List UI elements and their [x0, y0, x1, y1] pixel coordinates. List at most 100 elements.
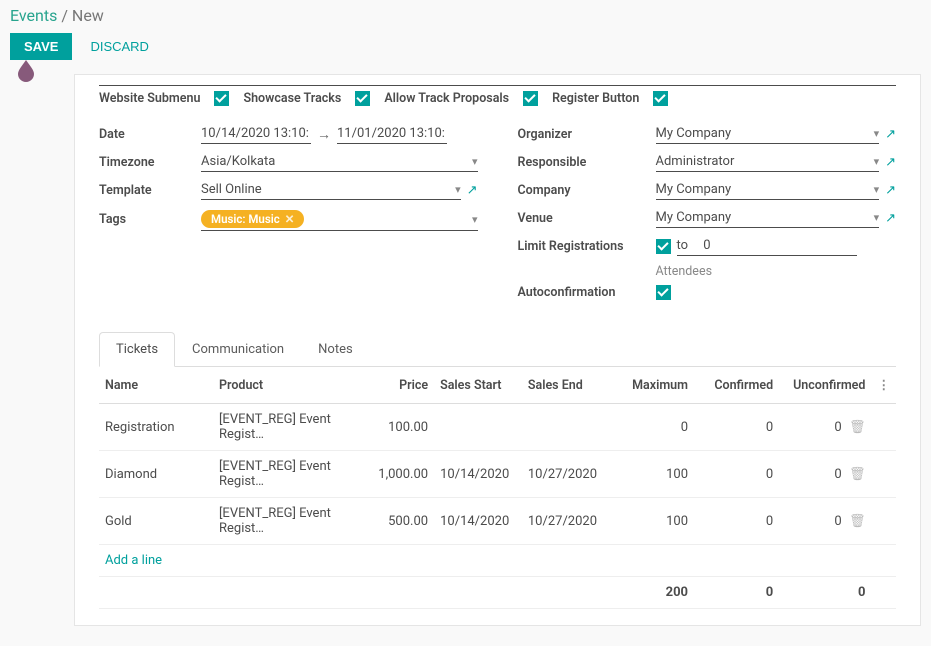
date-label: Date	[99, 127, 201, 142]
external-link-icon[interactable]: ↗	[885, 211, 896, 226]
cell-sales-end[interactable]: 10/27/2020	[522, 451, 610, 498]
cell-name[interactable]: Registration	[99, 404, 213, 451]
cell-confirmed[interactable]: 0	[694, 498, 779, 545]
breadcrumb-separator: /	[61, 6, 68, 25]
limit-registrations-checkbox[interactable]	[656, 239, 671, 254]
caret-down-icon[interactable]: ▾	[455, 183, 461, 196]
cell-name[interactable]: Diamond	[99, 451, 213, 498]
website-submenu-label: Website Submenu	[99, 91, 200, 106]
table-row[interactable]: Diamond[EVENT_REG] Event Regist…1,000.00…	[99, 451, 896, 498]
cell-product[interactable]: [EVENT_REG] Event Regist…	[213, 498, 366, 545]
action-bar: SAVE DISCARD	[0, 29, 931, 74]
tags-input[interactable]: Music: Music✕ ▾	[201, 208, 478, 231]
cell-sales-end[interactable]: 10/27/2020	[522, 498, 610, 545]
date-start-input[interactable]: 10/14/2020 13:10:	[201, 124, 311, 144]
cell-price[interactable]: 100.00	[366, 404, 434, 451]
showcase-tracks-checkbox[interactable]	[355, 91, 370, 106]
cell-confirmed[interactable]: 0	[694, 404, 779, 451]
col-confirmed[interactable]: Confirmed	[694, 367, 779, 404]
caret-down-icon[interactable]: ▾	[874, 183, 880, 196]
trash-icon[interactable]: 🗑	[849, 514, 866, 529]
external-link-icon[interactable]: ↗	[885, 183, 896, 198]
website-submenu-checkbox[interactable]	[214, 91, 229, 106]
timezone-label: Timezone	[99, 155, 201, 170]
discard-button[interactable]: DISCARD	[90, 39, 149, 54]
limit-registrations-input[interactable]: to 0	[677, 236, 857, 256]
cell-unconfirmed[interactable]: 0 🗑	[779, 451, 871, 498]
tab-notes[interactable]: Notes	[301, 332, 370, 366]
external-link-icon[interactable]: ↗	[467, 183, 478, 198]
cell-maximum[interactable]: 0	[610, 404, 694, 451]
external-link-icon[interactable]: ↗	[885, 155, 896, 170]
template-select[interactable]: Sell Online▾	[201, 180, 461, 200]
table-row[interactable]: Registration[EVENT_REG] Event Regist…100…	[99, 404, 896, 451]
col-sales-start[interactable]: Sales Start	[434, 367, 522, 404]
register-button-checkbox[interactable]	[653, 91, 668, 106]
add-a-line[interactable]: Add a line	[99, 545, 896, 577]
tag-music[interactable]: Music: Music✕	[201, 210, 304, 228]
organizer-label: Organizer	[518, 127, 656, 142]
col-unconfirmed[interactable]: Unconfirmed	[779, 367, 871, 404]
breadcrumb: Events / New	[0, 0, 931, 29]
caret-down-icon[interactable]: ▾	[874, 211, 880, 224]
attendees-hint: Attendees	[656, 264, 897, 279]
form-sheet: Website Submenu Showcase Tracks Allow Tr…	[74, 74, 921, 626]
cell-sales-end[interactable]	[522, 404, 610, 451]
col-product[interactable]: Product	[213, 367, 366, 404]
save-button[interactable]: SAVE	[10, 33, 72, 60]
trash-icon[interactable]: 🗑	[849, 420, 866, 435]
breadcrumb-root[interactable]: Events	[10, 6, 57, 25]
caret-down-icon[interactable]: ▾	[472, 213, 478, 226]
register-button-label: Register Button	[552, 91, 639, 106]
showcase-tracks-label: Showcase Tracks	[243, 91, 341, 106]
more-columns-icon[interactable]: ⋮	[877, 378, 890, 393]
autoconfirmation-checkbox[interactable]	[656, 285, 671, 300]
cell-product[interactable]: [EVENT_REG] Event Regist…	[213, 404, 366, 451]
col-name[interactable]: Name	[99, 367, 213, 404]
responsible-label: Responsible	[518, 155, 656, 170]
total-maximum: 200	[610, 577, 694, 609]
organizer-select[interactable]: My Company▾	[656, 124, 880, 144]
date-end-input[interactable]: 11/01/2020 13:10:	[337, 124, 447, 144]
company-label: Company	[518, 183, 656, 198]
table-row[interactable]: Gold[EVENT_REG] Event Regist…500.0010/14…	[99, 498, 896, 545]
timezone-select[interactable]: Asia/Kolkata▾	[201, 152, 478, 172]
cell-name[interactable]: Gold	[99, 498, 213, 545]
cell-sales-start[interactable]	[434, 404, 522, 451]
trash-icon[interactable]: 🗑	[849, 467, 866, 482]
cell-unconfirmed[interactable]: 0 🗑	[779, 498, 871, 545]
col-sales-end[interactable]: Sales End	[522, 367, 610, 404]
cell-unconfirmed[interactable]: 0 🗑	[779, 404, 871, 451]
caret-down-icon[interactable]: ▾	[874, 155, 880, 168]
venue-select[interactable]: My Company▾	[656, 208, 880, 228]
cell-maximum[interactable]: 100	[610, 498, 694, 545]
col-price[interactable]: Price	[366, 367, 434, 404]
caret-down-icon[interactable]: ▾	[472, 155, 478, 168]
tickets-table: Name Product Price Sales Start Sales End…	[99, 367, 896, 609]
cell-product[interactable]: [EVENT_REG] Event Regist…	[213, 451, 366, 498]
teardrop-icon	[14, 58, 38, 82]
tabs: Tickets Communication Notes	[99, 332, 896, 367]
cell-sales-start[interactable]: 10/14/2020	[434, 451, 522, 498]
cell-confirmed[interactable]: 0	[694, 451, 779, 498]
allow-track-proposals-checkbox[interactable]	[523, 91, 538, 106]
cell-price[interactable]: 1,000.00	[366, 451, 434, 498]
total-confirmed: 0	[694, 577, 779, 609]
tab-communication[interactable]: Communication	[175, 332, 301, 366]
tag-remove-icon[interactable]: ✕	[285, 212, 295, 226]
company-select[interactable]: My Company▾	[656, 180, 880, 200]
col-maximum[interactable]: Maximum	[610, 367, 694, 404]
cell-price[interactable]: 500.00	[366, 498, 434, 545]
tags-label: Tags	[99, 212, 201, 227]
responsible-select[interactable]: Administrator▾	[656, 152, 880, 172]
allow-track-proposals-label: Allow Track Proposals	[384, 91, 509, 106]
template-label: Template	[99, 183, 201, 198]
external-link-icon[interactable]: ↗	[885, 127, 896, 142]
cell-maximum[interactable]: 100	[610, 451, 694, 498]
breadcrumb-leaf: New	[72, 6, 104, 25]
total-unconfirmed: 0	[779, 577, 871, 609]
date-range-arrow-icon: →	[317, 126, 331, 143]
cell-sales-start[interactable]: 10/14/2020	[434, 498, 522, 545]
caret-down-icon[interactable]: ▾	[874, 127, 880, 140]
tab-tickets[interactable]: Tickets	[99, 332, 175, 367]
